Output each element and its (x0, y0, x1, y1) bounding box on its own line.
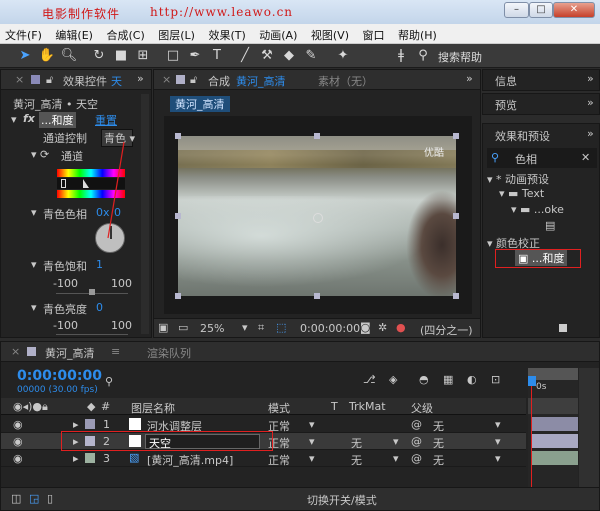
annotation-arrow (107, 141, 125, 239)
